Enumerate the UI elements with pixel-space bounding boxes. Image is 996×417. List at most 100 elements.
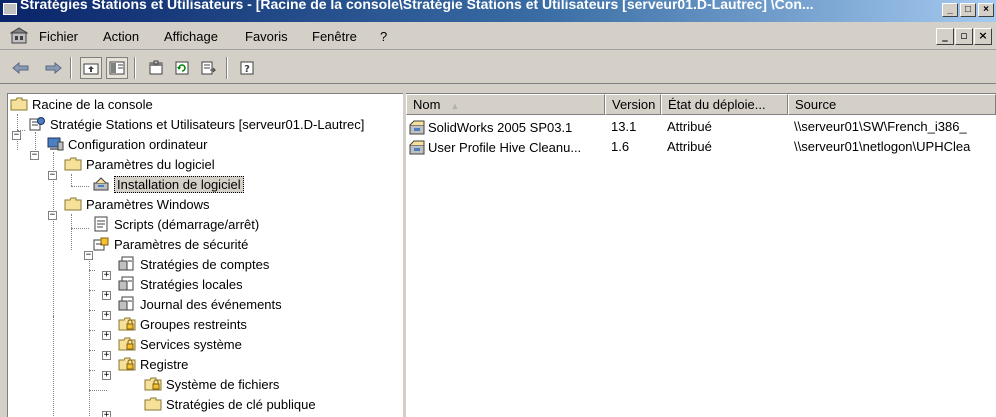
list-item[interactable]: SolidWorks 2005 SP03.1 13.1 Attribué \\s… [406, 117, 996, 137]
tree-connector [89, 310, 95, 311]
minimize-button[interactable]: _ [942, 3, 958, 17]
tree-connector [71, 174, 72, 186]
back-icon [12, 61, 29, 75]
tree-node-label: Scripts (démarrage/arrêt) [114, 216, 260, 232]
tree-connector [89, 290, 95, 291]
list-item-name: User Profile Hive Cleanu... [428, 139, 582, 155]
collapse-toggle[interactable]: − [48, 211, 57, 220]
refresh-button[interactable] [171, 57, 193, 79]
list-item-version: 13.1 [611, 119, 637, 134]
toolbar-separator [70, 57, 72, 79]
up-folder-icon [83, 63, 99, 75]
lock-folder-icon [118, 337, 136, 351]
expand-toggle[interactable]: + [102, 371, 111, 380]
tree-node-software-settings[interactable]: Paramètres du logiciel [64, 154, 215, 174]
mdi-restore-button[interactable]: ▫ [955, 28, 973, 45]
lock-folder-icon [118, 357, 136, 371]
menu-favoris[interactable]: Favoris [245, 29, 288, 44]
tree-connector [71, 228, 89, 229]
expand-toggle[interactable]: + [102, 311, 111, 320]
package-icon [409, 120, 425, 135]
folder-icon [64, 157, 82, 171]
tree-node-label: Registre [140, 356, 189, 372]
column-header-source[interactable]: Source [788, 94, 996, 115]
forward-button[interactable] [42, 57, 64, 79]
tree-connector [89, 330, 95, 331]
tree-node-file-system[interactable]: Système de fichiers [144, 374, 279, 394]
sort-ascending-icon: ▲ [450, 101, 460, 111]
export-list-icon [201, 61, 216, 75]
details-list-pane[interactable]: Nom ▲ Version État du déploie... Source S… [406, 93, 996, 417]
collapse-toggle[interactable]: − [30, 151, 39, 160]
collapse-toggle[interactable]: − [48, 171, 57, 180]
menu-help[interactable]: ? [380, 29, 387, 44]
window-title: Stratégies Stations et Utilisateurs - [R… [20, 0, 814, 12]
tree-node-restricted-groups[interactable]: Groupes restreints [118, 314, 247, 334]
toolbar-separator [134, 57, 136, 79]
column-header-name[interactable]: Nom ▲ [406, 94, 605, 115]
tree-node-label: Services système [140, 336, 242, 352]
list-cell-name: SolidWorks 2005 SP03.1 [408, 119, 604, 135]
column-header-version[interactable]: Version [605, 94, 661, 115]
tree-node-scripts[interactable]: Scripts (démarrage/arrêt) [92, 214, 259, 234]
tree-node-windows-settings[interactable]: Paramètres Windows [64, 194, 210, 214]
tree-connector [89, 256, 90, 417]
console-tree-pane[interactable]: − − − − − + + + + + + + Racine de la con… [7, 93, 403, 417]
tree-node-account-policies[interactable]: Stratégies de comptes [118, 254, 269, 274]
tree-node-label: Paramètres de sécurité [114, 236, 249, 252]
tree-node-local-policies[interactable]: Stratégies locales [118, 274, 243, 294]
tree-node-gpo[interactable]: Stratégie Stations et Utilisateurs [serv… [28, 114, 364, 134]
tree-connector [71, 214, 72, 250]
column-header-label: Version [612, 97, 656, 112]
tree-node-event-log[interactable]: Journal des événements [118, 294, 282, 314]
toolbar: ? [0, 51, 996, 84]
back-button[interactable] [10, 57, 32, 79]
tree-node-security-settings[interactable]: Paramètres de sécurité [92, 234, 248, 254]
mdi-close-button[interactable]: × [974, 28, 992, 45]
tree-connector [89, 270, 95, 271]
folder-icon [10, 97, 28, 111]
maximize-button[interactable]: □ [960, 3, 976, 17]
menu-fichier[interactable]: Fichier [39, 29, 78, 44]
folder-icon [144, 397, 162, 411]
menu-affichage[interactable]: Affichage [164, 29, 218, 44]
folder-icon [64, 197, 82, 211]
list-item[interactable]: User Profile Hive Cleanu... 1.6 Attribué… [406, 137, 996, 157]
tree-connector [89, 390, 107, 391]
security-icon [93, 237, 109, 251]
tree-node-label: Stratégies locales [140, 276, 243, 292]
close-button[interactable]: × [978, 3, 994, 17]
package-icon [409, 140, 425, 155]
policy-icon [118, 296, 134, 311]
tree-node-console-root[interactable]: Racine de la console [10, 94, 153, 114]
tree-node-public-key-policies[interactable]: Stratégies de clé publique [144, 394, 316, 414]
expand-toggle[interactable]: + [102, 351, 111, 360]
tree-node-label: Installation de logiciel [114, 175, 244, 193]
export-list-button[interactable] [197, 57, 219, 79]
column-header-deployment-state[interactable]: État du déploie... [661, 94, 788, 115]
forward-icon [45, 61, 62, 75]
up-one-level-button[interactable] [80, 57, 102, 79]
help-button[interactable]: ? [236, 57, 258, 79]
show-hide-tree-button[interactable] [106, 57, 128, 79]
list-item-version: 1.6 [611, 139, 630, 154]
expand-toggle[interactable]: + [102, 291, 111, 300]
tree-node-system-services[interactable]: Services système [118, 334, 242, 354]
menu-fenetre[interactable]: Fenêtre [312, 29, 357, 44]
expand-toggle[interactable]: + [102, 411, 111, 417]
expand-toggle[interactable]: + [102, 271, 111, 280]
refresh-icon [175, 61, 189, 75]
tree-connector [89, 350, 95, 351]
properties-button[interactable] [145, 57, 167, 79]
collapse-toggle[interactable]: − [12, 131, 21, 140]
expand-toggle[interactable]: + [102, 331, 111, 340]
tree-node-computer-config[interactable]: Configuration ordinateur [46, 134, 207, 154]
tree-node-label: Système de fichiers [166, 376, 280, 392]
tree-node-registry[interactable]: Registre [118, 354, 188, 374]
menu-action[interactable]: Action [103, 29, 139, 44]
tree-node-software-installation[interactable]: Installation de logiciel [92, 174, 244, 194]
mdi-minimize-button[interactable]: _ [936, 28, 954, 45]
column-header-label: Nom [413, 97, 441, 112]
menu-bar: Fichier Action Affichage Favoris Fenêtre… [0, 22, 996, 50]
tree-node-label: Stratégies de clé publique [166, 396, 316, 412]
